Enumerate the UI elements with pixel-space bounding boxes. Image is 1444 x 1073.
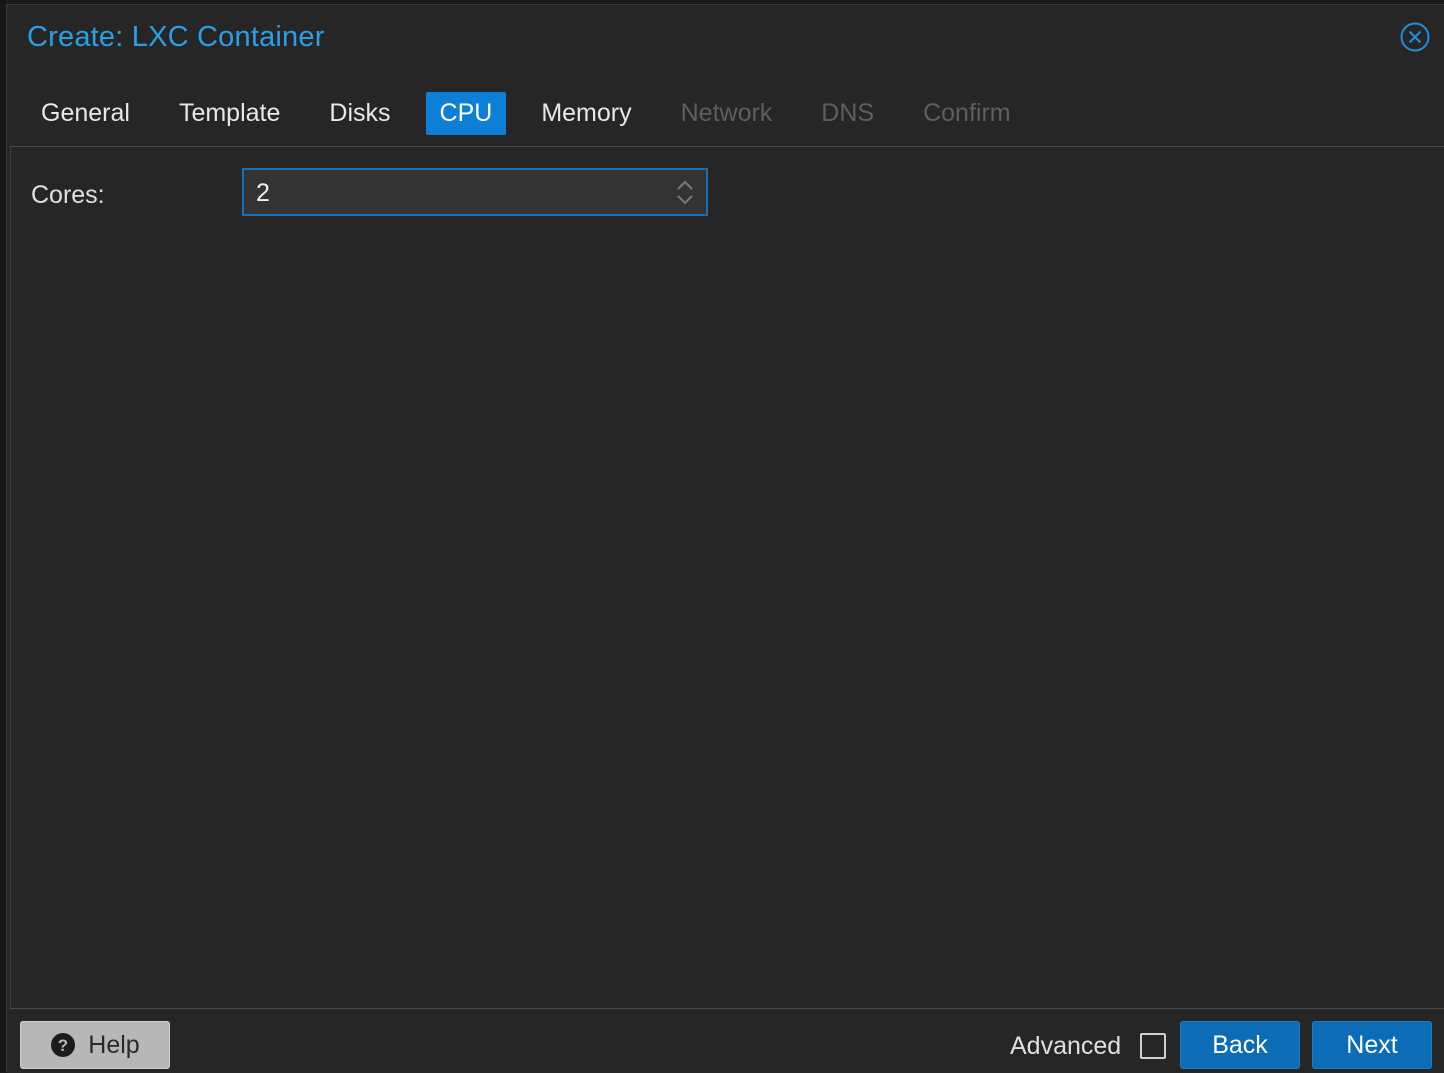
tab-template[interactable]: Template <box>165 92 294 135</box>
svg-text:?: ? <box>58 1036 68 1055</box>
dialog-title: Create: LXC Container <box>27 21 325 53</box>
cores-stepper[interactable]: 2 <box>242 168 708 216</box>
tab-network: Network <box>680 98 773 127</box>
tab-disks[interactable]: Disks <box>315 92 404 135</box>
question-circle-icon: ? <box>50 1032 76 1058</box>
wizard-tabs: General Template Disks CPU Memory Networ… <box>27 89 1046 137</box>
dialog-titlebar: Create: LXC Container <box>7 5 1444 75</box>
help-button[interactable]: ? Help <box>20 1021 170 1069</box>
help-label: Help <box>88 1030 140 1059</box>
close-icon[interactable] <box>1400 22 1430 52</box>
back-button[interactable]: Back <box>1180 1021 1300 1069</box>
cores-input[interactable]: 2 <box>256 170 270 214</box>
chevron-up-icon[interactable] <box>676 177 694 193</box>
tab-dns: DNS <box>821 98 875 127</box>
tab-cpu[interactable]: CPU <box>425 91 507 135</box>
tab-memory[interactable]: Memory <box>527 92 645 135</box>
cpu-panel: Cores: 2 <box>10 146 1444 1009</box>
cores-label: Cores: <box>31 181 105 209</box>
chevron-down-icon[interactable] <box>676 192 694 208</box>
advanced-checkbox[interactable] <box>1140 1033 1166 1059</box>
advanced-label: Advanced <box>1010 1032 1122 1060</box>
dialog-footer: ? Help Advanced Back Next <box>7 1009 1444 1073</box>
next-button[interactable]: Next <box>1312 1021 1432 1069</box>
tab-confirm: Confirm <box>923 98 1011 127</box>
create-lxc-dialog: Create: LXC Container General Template D… <box>6 4 1444 1073</box>
tab-general[interactable]: General <box>27 92 144 135</box>
